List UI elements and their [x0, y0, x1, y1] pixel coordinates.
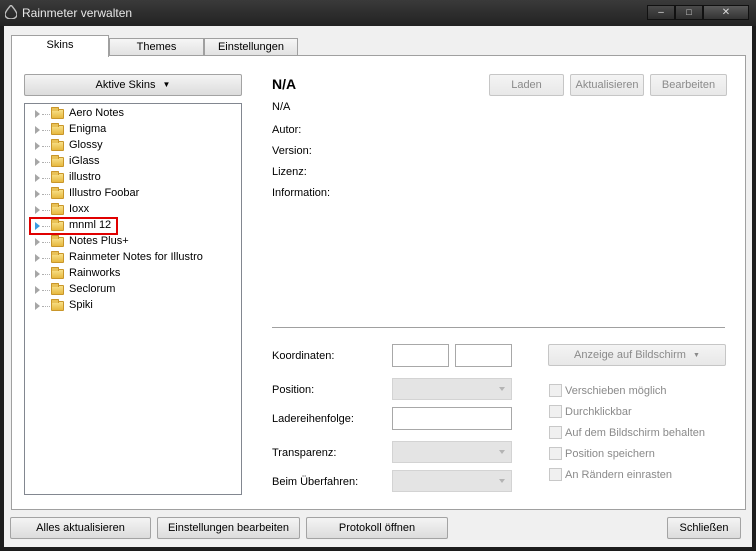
- maximize-button[interactable]: □: [675, 5, 703, 20]
- expand-icon[interactable]: [35, 302, 40, 310]
- folder-icon: [51, 283, 64, 295]
- version-label: Version:: [272, 145, 312, 157]
- transparency-label: Transparenz:: [272, 447, 337, 459]
- license-label: Lizenz:: [272, 166, 307, 178]
- folder-icon: [51, 299, 64, 311]
- dropdown-arrow-icon: ▼: [162, 80, 171, 89]
- expand-icon[interactable]: [35, 254, 40, 262]
- tree-item[interactable]: Aero Notes: [25, 106, 241, 122]
- expand-icon[interactable]: [35, 270, 40, 278]
- load-order-field[interactable]: [392, 407, 512, 430]
- dropdown-arrow-icon: ▼: [693, 352, 700, 359]
- refresh-button[interactable]: Aktualisieren: [570, 74, 644, 96]
- close-button[interactable]: Schließen: [667, 517, 741, 539]
- folder-icon: [51, 171, 64, 183]
- snap-to-edges-checkbox[interactable]: [549, 468, 562, 481]
- edit-settings-button[interactable]: Einstellungen bearbeiten: [157, 517, 300, 539]
- keep-on-screen-label: Auf dem Bildschirm behalten: [565, 427, 706, 439]
- expand-icon[interactable]: [35, 206, 40, 214]
- highlight-box: [29, 217, 118, 235]
- window-title: Rainmeter verwalten: [22, 6, 133, 20]
- skins-tree[interactable]: Aero Notes Enigma Glossy iGlass illustro…: [24, 103, 242, 495]
- keep-on-screen-checkbox[interactable]: [549, 426, 562, 439]
- tree-item[interactable]: Glossy: [25, 138, 241, 154]
- position-label: Position:: [272, 384, 315, 396]
- skin-file: N/A: [272, 101, 291, 113]
- tree-item-highlighted[interactable]: mnml 12: [25, 217, 241, 235]
- snap-to-edges-label: An Rändern einrasten: [565, 469, 673, 481]
- tab-themes[interactable]: Themes: [109, 38, 204, 56]
- click-through-label: Durchklickbar: [565, 406, 632, 418]
- tree-item[interactable]: Seclorum: [25, 282, 241, 298]
- expand-icon[interactable]: [35, 286, 40, 294]
- skin-name: N/A: [272, 76, 297, 92]
- edit-button[interactable]: Bearbeiten: [650, 74, 727, 96]
- display-monitor-button[interactable]: Anzeige auf Bildschirm ▼: [548, 344, 726, 366]
- expand-icon[interactable]: [35, 238, 40, 246]
- folder-icon: [51, 187, 64, 199]
- title-bar: Rainmeter verwalten – □ ✕: [0, 0, 756, 26]
- tree-item[interactable]: Notes Plus+: [25, 234, 241, 250]
- folder-icon: [51, 123, 64, 135]
- folder-icon: [51, 203, 64, 215]
- dropdown-arrow-icon: [499, 387, 505, 391]
- dropdown-arrow-icon: [499, 479, 505, 483]
- coordinates-label: Koordinaten:: [272, 350, 335, 362]
- minimize-button[interactable]: –: [647, 5, 675, 20]
- expand-icon[interactable]: [35, 110, 40, 118]
- tab-settings[interactable]: Einstellungen: [204, 38, 298, 56]
- display-monitor-label: Anzeige auf Bildschirm: [574, 349, 686, 361]
- expand-icon[interactable]: [35, 142, 40, 150]
- folder-icon: [51, 251, 64, 263]
- dropdown-arrow-icon: [499, 450, 505, 454]
- folder-icon: [51, 267, 64, 279]
- folder-icon: [51, 155, 64, 167]
- on-hover-select[interactable]: [392, 470, 512, 492]
- active-skins-label: Aktive Skins: [95, 79, 156, 91]
- tree-item[interactable]: illustro: [25, 170, 241, 186]
- active-skins-button[interactable]: Aktive Skins ▼: [24, 74, 242, 96]
- load-order-label: Ladereihenfolge:: [272, 413, 354, 425]
- expand-icon[interactable]: [35, 174, 40, 182]
- position-select[interactable]: [392, 378, 512, 400]
- folder-icon: [51, 107, 64, 119]
- click-through-checkbox[interactable]: [549, 405, 562, 418]
- refresh-all-button[interactable]: Alles aktualisieren: [10, 517, 151, 539]
- load-button[interactable]: Laden: [489, 74, 564, 96]
- expand-icon[interactable]: [35, 126, 40, 134]
- y-coordinate-field[interactable]: [455, 344, 512, 367]
- tree-item[interactable]: Rainworks: [25, 266, 241, 282]
- expand-icon[interactable]: [35, 190, 40, 198]
- tree-item[interactable]: iGlass: [25, 154, 241, 170]
- folder-icon: [51, 139, 64, 151]
- expand-icon[interactable]: [35, 158, 40, 166]
- folder-icon: [51, 235, 64, 247]
- author-label: Autor:: [272, 124, 302, 136]
- tab-skins[interactable]: Skins: [11, 35, 109, 57]
- tree-item[interactable]: Enigma: [25, 122, 241, 138]
- separator: [272, 327, 725, 328]
- tree-item[interactable]: Ioxx: [25, 202, 241, 218]
- tree-item[interactable]: Spiki: [25, 298, 241, 314]
- save-position-label: Position speichern: [565, 448, 655, 460]
- rainmeter-drop-icon: [5, 5, 17, 19]
- transparency-select[interactable]: [392, 441, 512, 463]
- save-position-checkbox[interactable]: [549, 447, 562, 460]
- x-coordinate-field[interactable]: [392, 344, 449, 367]
- on-hover-label: Beim Überfahren:: [272, 476, 359, 488]
- tree-item[interactable]: Rainmeter Notes for Illustro: [25, 250, 241, 266]
- tree-item[interactable]: Illustro Foobar: [25, 186, 241, 202]
- open-log-button[interactable]: Protokoll öffnen: [306, 517, 448, 539]
- information-label: Information:: [272, 187, 331, 199]
- close-window-button[interactable]: ✕: [703, 5, 749, 20]
- draggable-checkbox[interactable]: [549, 384, 562, 397]
- draggable-label: Verschieben möglich: [565, 385, 667, 397]
